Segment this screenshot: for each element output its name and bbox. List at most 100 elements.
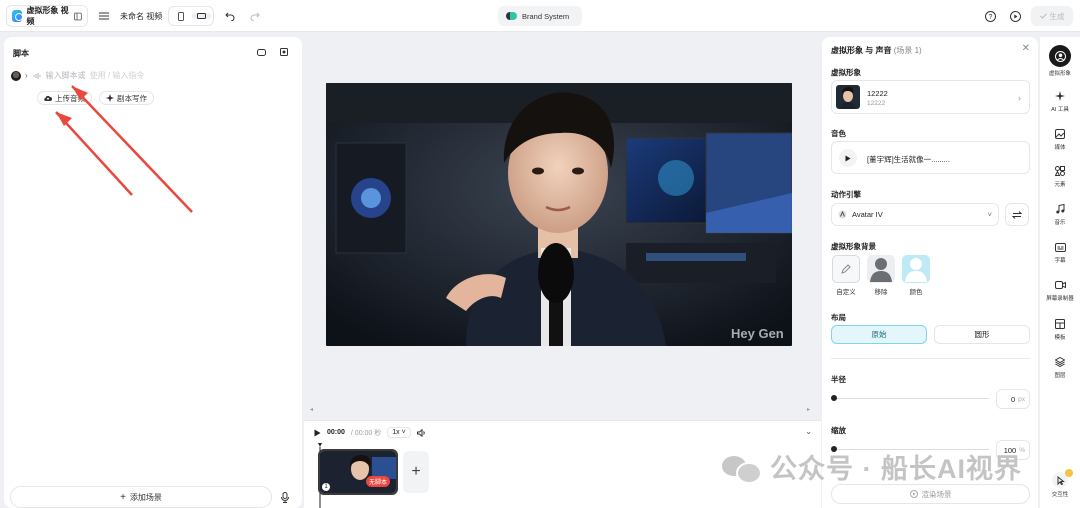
preview-play-icon[interactable] bbox=[1006, 7, 1024, 25]
rail-item-elements[interactable]: 元素 bbox=[1040, 164, 1080, 188]
project-name[interactable]: 未命名 视频 bbox=[120, 11, 162, 22]
top-bar: 虚拟形象 视频 未命名 视频 Brand System ? 生成 bbox=[0, 0, 1080, 32]
play-icon[interactable] bbox=[314, 429, 321, 437]
speed-value: 1x bbox=[392, 429, 400, 436]
close-icon[interactable]: ✕ bbox=[1022, 43, 1030, 54]
radius-slider-row: 0 px bbox=[831, 389, 1030, 409]
layout-original-button[interactable]: 原始 bbox=[831, 325, 927, 344]
microphone-icon[interactable] bbox=[278, 490, 292, 504]
help-icon[interactable]: ? bbox=[981, 7, 999, 25]
bg-option-remove[interactable]: 移除 bbox=[866, 255, 896, 296]
upload-audio-button[interactable]: 上传音频 bbox=[37, 91, 92, 105]
speaker-avatar[interactable] bbox=[11, 70, 21, 81]
total-time: / 00:00 秒 bbox=[350, 429, 382, 437]
rail-item-screen-recorder[interactable]: 屏幕录制器 bbox=[1040, 278, 1080, 302]
layout-circle-button[interactable]: 圆形 bbox=[934, 325, 1030, 344]
rail-item-layers[interactable]: 图层 bbox=[1040, 355, 1080, 379]
generate-button[interactable]: 生成 bbox=[1031, 6, 1073, 26]
avatar-subtitle: 12222 bbox=[867, 100, 886, 107]
cloud-upload-icon bbox=[44, 95, 52, 101]
render-scene-button[interactable]: 渲染场景 bbox=[831, 484, 1030, 504]
panel-toggle-icon[interactable] bbox=[74, 12, 82, 21]
scroll-right-icon[interactable]: ▸ bbox=[807, 406, 810, 413]
video-watermark: Hey Gen bbox=[731, 326, 784, 341]
shapes-icon bbox=[1053, 164, 1067, 178]
bg-option-label: 颜色 bbox=[909, 289, 923, 296]
volume-icon[interactable] bbox=[416, 428, 426, 437]
add-clip-button[interactable]: + bbox=[403, 451, 429, 493]
layers-icon bbox=[1053, 355, 1067, 369]
brand-system-button[interactable]: Brand System bbox=[498, 6, 582, 26]
image-icon bbox=[1053, 127, 1067, 141]
scroll-left-icon[interactable]: ◂ bbox=[310, 406, 313, 413]
wechat-logo-icon bbox=[722, 452, 762, 484]
sparkle-icon bbox=[106, 94, 114, 102]
panel-title: 虚拟形象 与 声音 (场景 1) bbox=[831, 45, 922, 56]
rail-item-music[interactable]: 音乐 bbox=[1040, 202, 1080, 226]
check-icon bbox=[1039, 13, 1047, 19]
voice-icon bbox=[32, 72, 41, 79]
rail-label: 屏幕录制器 bbox=[1046, 296, 1074, 302]
voice-selector[interactable]: [董宇辉]生活就像一......... bbox=[831, 141, 1030, 174]
scale-label: 缩放 bbox=[831, 426, 846, 435]
radius-input[interactable]: 0 px bbox=[996, 389, 1030, 409]
plus-icon: + bbox=[120, 491, 126, 503]
collapse-timeline-icon[interactable]: ⌄ bbox=[805, 427, 812, 436]
rail-item-templates[interactable]: 模板 bbox=[1040, 317, 1080, 341]
app-switcher[interactable]: 虚拟形象 视频 bbox=[6, 5, 88, 27]
chevron-right-icon: › bbox=[1018, 93, 1021, 103]
video-preview[interactable]: Hey Gen bbox=[326, 83, 792, 346]
app-logo-icon bbox=[12, 10, 24, 22]
engine-icon bbox=[838, 210, 847, 219]
radius-slider-handle[interactable] bbox=[831, 395, 837, 401]
bg-option-label: 移除 bbox=[874, 289, 888, 296]
script-input[interactable]: 输入脚本或 bbox=[46, 70, 86, 81]
landscape-icon[interactable] bbox=[192, 13, 211, 19]
motion-engine-select[interactable]: Avatar IV ˅ bbox=[831, 203, 999, 226]
svg-text:?: ? bbox=[988, 14, 992, 21]
rail-item-avatar[interactable]: 虚拟形象 bbox=[1040, 45, 1080, 77]
speed-select[interactable]: 1x ˅ bbox=[387, 427, 411, 438]
voice-section-title: 音色 bbox=[831, 129, 846, 138]
rail-label: 媒体 bbox=[1054, 145, 1066, 151]
rail-item-media[interactable]: 媒体 bbox=[1040, 127, 1080, 151]
add-scene-button[interactable]: + 添加场景 bbox=[10, 486, 272, 508]
canvas-scroll: ◂ ▸ bbox=[310, 406, 810, 416]
wechat-watermark: 公众号 · 船长AI视界 bbox=[722, 447, 1022, 486]
menu-icon[interactable] bbox=[95, 7, 113, 25]
engine-value: Avatar IV bbox=[852, 210, 883, 219]
script-panel: 脚本 › 输入脚本或 使用 / 输入指令 上传音频 剧本写作 + 添加场景 bbox=[4, 37, 302, 508]
add-scene-label: 添加场景 bbox=[129, 492, 162, 502]
playback-controls: 00:00 / 00:00 秒 1x ˅ bbox=[314, 427, 426, 438]
script-title: 脚本 bbox=[13, 49, 29, 58]
scene-clip[interactable]: 无脚本 1 bbox=[318, 449, 398, 495]
undo-icon[interactable] bbox=[221, 7, 239, 25]
rail-label: 音乐 bbox=[1054, 220, 1066, 226]
current-time: 00:00 bbox=[327, 429, 345, 436]
script-line[interactable]: › 输入脚本或 使用 / 输入指令 bbox=[11, 70, 144, 81]
rail-item-captions[interactable]: 字幕 bbox=[1040, 240, 1080, 264]
clip-index: 1 bbox=[322, 483, 330, 491]
chevron-right-icon[interactable]: › bbox=[25, 71, 28, 80]
rail-label: 模板 bbox=[1054, 335, 1066, 341]
panel-scene-label: (场景 1) bbox=[893, 46, 922, 55]
voice-play-icon[interactable] bbox=[839, 149, 857, 167]
clip-thumbnail bbox=[320, 451, 396, 493]
radius-unit: px bbox=[1018, 395, 1025, 403]
bg-option-custom[interactable]: 自定义 bbox=[831, 255, 861, 296]
rail-item-ai-tools[interactable]: AI 工具 bbox=[1040, 89, 1080, 113]
portrait-icon[interactable] bbox=[171, 11, 190, 21]
divider bbox=[831, 358, 1030, 359]
ai-script-button[interactable]: 剧本写作 bbox=[99, 91, 154, 105]
redo-icon[interactable] bbox=[246, 7, 264, 25]
image-icon[interactable] bbox=[280, 48, 288, 56]
avatar-selector[interactable]: 12222 12222 › bbox=[831, 80, 1030, 114]
radius-slider[interactable] bbox=[834, 398, 989, 399]
rail-item-interactivity[interactable]: 交互性 bbox=[1040, 472, 1080, 498]
person-color-icon bbox=[902, 255, 930, 283]
collapse-icon[interactable] bbox=[257, 49, 266, 56]
music-note-icon bbox=[1053, 202, 1067, 216]
notification-badge bbox=[1065, 469, 1073, 477]
bg-option-color[interactable]: 颜色 bbox=[901, 255, 931, 296]
engine-settings-button[interactable] bbox=[1005, 203, 1029, 226]
